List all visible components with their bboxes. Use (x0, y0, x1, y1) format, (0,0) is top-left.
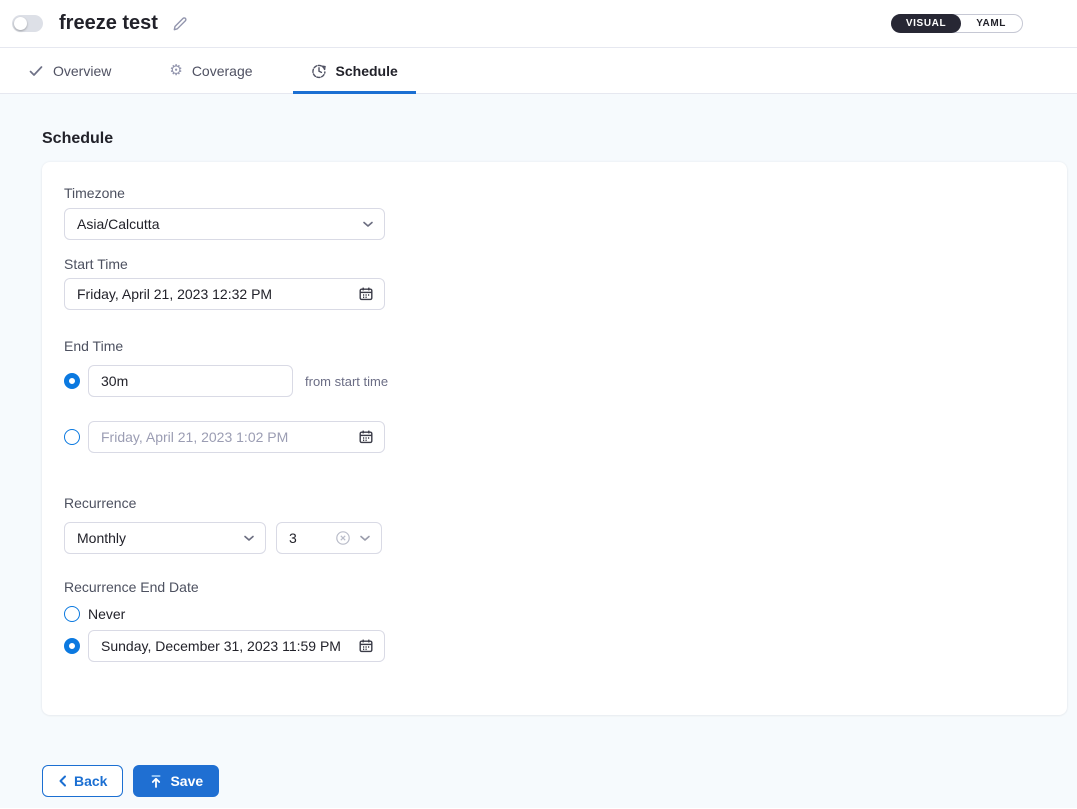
recurrence-never-label: Never (88, 606, 125, 622)
chevron-left-icon (58, 775, 67, 787)
upload-arrow-icon (149, 774, 163, 789)
recurrence-never-row: Never (64, 606, 1067, 622)
recurrence-type-select[interactable]: Monthly (64, 522, 266, 554)
chevron-down-icon (362, 220, 374, 228)
tab-coverage[interactable]: ⚙ Coverage (151, 48, 270, 93)
schedule-card: Timezone Asia/Calcutta Start Time (42, 162, 1067, 715)
tab-schedule-label: Schedule (336, 63, 398, 79)
schedule-panel: Schedule Timezone Asia/Calcutta Start Ti… (0, 94, 1077, 808)
visual-segment[interactable]: VISUAL (891, 14, 961, 33)
recurrence-label: Recurrence (64, 495, 1067, 511)
end-time-label: End Time (64, 338, 1067, 354)
start-time-value[interactable] (77, 286, 358, 302)
end-time-duration-row: from start time (64, 365, 1067, 397)
recurrence-type-value: Monthly (77, 530, 126, 546)
clear-circle-x-icon[interactable] (335, 530, 351, 546)
recurrence-end-date-row (64, 630, 1067, 662)
calendar-icon[interactable] (358, 286, 374, 302)
end-time-date-row (64, 421, 1067, 453)
yaml-segment[interactable]: YAML (960, 14, 1022, 33)
tab-coverage-label: Coverage (192, 63, 253, 79)
recurrence-never-radio[interactable] (64, 606, 80, 622)
end-time-date-value (101, 429, 358, 445)
timezone-label: Timezone (64, 185, 1067, 201)
recurrence-end-date-label: Recurrence End Date (64, 579, 1067, 595)
gear-icon: ⚙ (169, 63, 182, 78)
timezone-select[interactable]: Asia/Calcutta (64, 208, 385, 240)
tab-overview[interactable]: Overview (10, 48, 129, 93)
end-time-date-input[interactable] (88, 421, 385, 453)
save-button-label: Save (170, 773, 203, 789)
start-time-label: Start Time (64, 256, 1067, 272)
footer-actions: Back Save (0, 715, 1077, 797)
page-title: freeze test (59, 12, 158, 35)
tab-schedule[interactable]: Schedule (293, 48, 416, 93)
calendar-icon[interactable] (358, 638, 374, 654)
from-start-time-hint: from start time (305, 374, 388, 389)
recurrence-end-date-radio[interactable] (64, 638, 80, 654)
visual-yaml-toggle: VISUAL YAML (891, 14, 1023, 33)
chevron-down-icon (243, 534, 255, 542)
schedule-clock-icon (311, 63, 327, 79)
edit-pencil-icon[interactable] (172, 15, 189, 32)
check-icon (28, 63, 44, 79)
calendar-icon (358, 429, 374, 445)
schedule-heading: Schedule (0, 94, 1077, 148)
back-button-label: Back (74, 773, 107, 789)
start-time-input[interactable] (64, 278, 385, 310)
recurrence-end-date-input[interactable] (88, 630, 385, 662)
tab-overview-label: Overview (53, 63, 111, 79)
freeze-toggle-knob (14, 17, 27, 30)
back-button[interactable]: Back (42, 765, 123, 797)
page-header: freeze test VISUAL YAML (0, 0, 1077, 48)
chevron-down-icon[interactable] (359, 534, 371, 542)
end-time-date-radio[interactable] (64, 429, 80, 445)
recurrence-row: Monthly (64, 522, 1067, 554)
recurrence-interval-value[interactable] (289, 530, 335, 546)
recurrence-end-date-value[interactable] (101, 638, 358, 654)
end-time-duration-value[interactable] (101, 373, 282, 389)
end-time-duration-radio[interactable] (64, 373, 80, 389)
timezone-value: Asia/Calcutta (77, 216, 159, 232)
tab-bar: Overview ⚙ Coverage Schedule (0, 48, 1077, 94)
recurrence-interval-input[interactable] (276, 522, 382, 554)
save-button[interactable]: Save (133, 765, 219, 797)
end-time-duration-input[interactable] (88, 365, 293, 397)
freeze-toggle[interactable] (12, 15, 43, 32)
